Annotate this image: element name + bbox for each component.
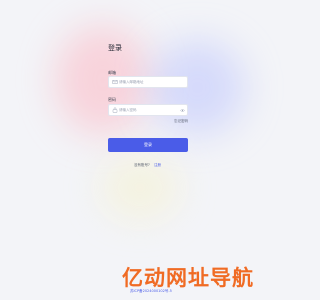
password-field[interactable] — [108, 104, 188, 116]
register-row: 没有账号? 注册 — [134, 163, 161, 168]
password-label: 密码 — [108, 97, 116, 102]
no-account-text: 没有账号? — [134, 163, 150, 167]
eye-icon[interactable] — [180, 108, 185, 113]
register-link[interactable]: 注册 — [154, 163, 161, 167]
login-title: 登录 — [108, 44, 122, 52]
forgot-password-link[interactable]: 忘记密码 — [174, 119, 188, 124]
mail-icon — [112, 80, 118, 84]
lock-icon — [112, 107, 118, 113]
logo-text: 亿动网址导航 — [122, 266, 254, 290]
password-input[interactable] — [119, 105, 181, 115]
email-field[interactable] — [108, 76, 188, 88]
site-logo: 亿动网址导航 — [122, 262, 302, 290]
icp-link[interactable]: 苏ICP备2024000102号-5 — [130, 289, 172, 294]
login-button[interactable]: 登录 — [108, 138, 188, 152]
login-panel: 登录 邮箱 密码 忘记密码 登录 没有账号? 注册 — [100, 35, 200, 205]
email-input[interactable] — [119, 77, 181, 87]
